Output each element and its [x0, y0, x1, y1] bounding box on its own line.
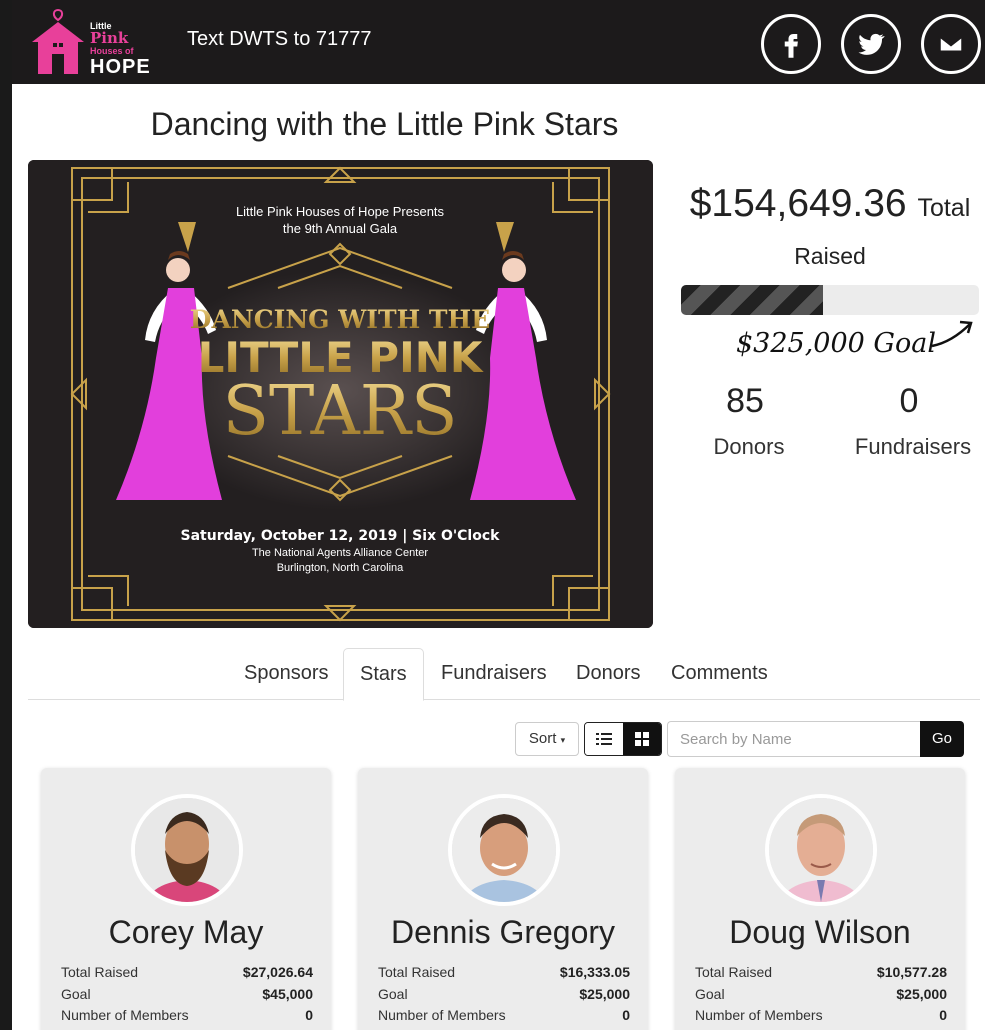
logo-text-houses: Houses of — [90, 46, 134, 56]
progress-fill — [681, 285, 823, 315]
total-raised-value: $154,649.36 — [689, 182, 907, 225]
star-name[interactable]: Doug Wilson — [675, 914, 965, 951]
row-label: Number of Members — [695, 1007, 823, 1023]
star-card[interactable]: Doug Wilson Total Raised $10,577.28 Goal $… — [675, 768, 965, 1030]
svg-text:Burlington, North Carolina: Burlington, North Carolina — [277, 562, 404, 574]
search-by-name-input[interactable] — [667, 721, 921, 757]
svg-text:DANCING WITH THE: DANCING WITH THE — [190, 305, 490, 334]
row-value: 0 — [939, 1007, 947, 1023]
donors-label: Donors — [713, 434, 785, 459]
site-logo[interactable]: Little Pink Houses of HOPE — [30, 8, 160, 78]
gala-poster-image: Little Pink Houses of Hope Presents the … — [28, 160, 653, 628]
page-title: Dancing with the Little Pink Stars — [150, 106, 619, 142]
logo-text-hope: HOPE — [90, 56, 151, 78]
row-label: Number of Members — [378, 1007, 506, 1023]
goal-row: Goal $45,000 — [61, 986, 313, 1002]
members-row: Number of Members 0 — [61, 1007, 313, 1023]
row-label: Goal — [378, 986, 408, 1002]
raised-label: Raised — [794, 243, 866, 269]
email-icon — [938, 35, 964, 53]
tab-bar: Sponsors Stars Fundraisers Donors Commen… — [28, 648, 980, 701]
row-label: Number of Members — [61, 1007, 189, 1023]
row-value: $45,000 — [262, 986, 313, 1002]
svg-text:The National Agents Alliance C: The National Agents Alliance Center — [252, 547, 428, 559]
text-to-donate: Text DWTS to 71777 — [187, 28, 372, 50]
logo-wordmark: Little Pink Houses of HOPE — [90, 22, 151, 78]
sort-label: Sort — [528, 730, 557, 747]
row-value: $25,000 — [579, 986, 630, 1002]
sort-dropdown-button[interactable]: Sort ▾ — [515, 722, 579, 756]
grid-icon — [635, 732, 649, 746]
svg-text:the 9th Annual Gala: the 9th Annual Gala — [283, 221, 398, 236]
tab-donors[interactable]: Donors — [560, 648, 656, 700]
tab-fundraisers[interactable]: Fundraisers — [425, 648, 563, 700]
total-raised-row: Total Raised $10,577.28 — [695, 964, 947, 980]
members-row: Number of Members 0 — [378, 1007, 630, 1023]
person-photo — [452, 798, 556, 902]
row-value: $16,333.05 — [559, 964, 630, 980]
grid-view-button[interactable] — [623, 723, 661, 755]
total-raised-amount: $154,649.36 Total — [680, 182, 980, 226]
star-card[interactable]: Corey May Total Raised $27,026.64 Goal $45… — [41, 768, 331, 1030]
email-button[interactable] — [921, 14, 981, 74]
row-label: Goal — [61, 986, 91, 1002]
left-rail — [0, 0, 12, 1030]
goal-text: $325,000 Goal — [736, 328, 936, 359]
row-label: Total Raised — [378, 964, 456, 980]
row-label: Total Raised — [61, 964, 139, 980]
total-word: Total — [917, 194, 971, 222]
house-logo-icon — [32, 8, 84, 74]
list-view-button[interactable] — [585, 723, 623, 755]
avatar — [131, 794, 243, 906]
caret-down-icon: ▾ — [560, 735, 566, 745]
avatar — [765, 794, 877, 906]
total-raised-row: Total Raised $16,333.05 — [378, 964, 630, 980]
person-photo — [769, 798, 873, 902]
goal-row: Goal $25,000 — [695, 986, 947, 1002]
view-toggle-group — [584, 722, 662, 756]
svg-text:Little Pink Houses of Hope Pre: Little Pink Houses of Hope Presents — [236, 204, 445, 219]
svg-text:Saturday, October 12, 2019 | S: Saturday, October 12, 2019 | Six O'Clock — [181, 528, 501, 544]
fundraisers-count: 0 — [899, 382, 919, 420]
facebook-button[interactable] — [761, 14, 821, 74]
tab-stars[interactable]: Stars — [343, 648, 424, 701]
star-card[interactable]: Dennis Gregory Total Raised $16,333.05 Go… — [358, 768, 648, 1030]
donors-count: 85 — [726, 382, 764, 420]
event-banner: Little Pink Houses of Hope Presents the … — [28, 160, 653, 628]
list-icon — [596, 733, 612, 745]
person-photo — [135, 798, 239, 902]
members-row: Number of Members 0 — [695, 1007, 947, 1023]
goal-arrow-icon — [931, 320, 973, 348]
row-value: $25,000 — [896, 986, 947, 1002]
fundraisers-label: Fundraisers — [854, 434, 972, 459]
go-button[interactable]: Go — [920, 721, 964, 757]
twitter-icon — [858, 33, 885, 55]
row-value: 0 — [622, 1007, 630, 1023]
tab-comments[interactable]: Comments — [655, 648, 784, 700]
row-value: $27,026.64 — [242, 964, 313, 980]
fundraising-progress-bar — [681, 285, 979, 315]
avatar — [448, 794, 560, 906]
row-value: $10,577.28 — [876, 964, 947, 980]
row-label: Goal — [695, 986, 725, 1002]
twitter-button[interactable] — [841, 14, 901, 74]
star-name[interactable]: Corey May — [41, 914, 331, 951]
row-label: Total Raised — [695, 964, 773, 980]
site-header: Little Pink Houses of HOPE Text DWTS to … — [12, 0, 985, 84]
tab-sponsors[interactable]: Sponsors — [228, 648, 345, 700]
total-raised-row: Total Raised $27,026.64 — [61, 964, 313, 980]
facebook-icon — [784, 34, 798, 58]
logo-text-pink: Pink — [90, 29, 129, 47]
star-name[interactable]: Dennis Gregory — [358, 914, 648, 951]
row-value: 0 — [305, 1007, 313, 1023]
goal-row: Goal $25,000 — [378, 986, 630, 1002]
svg-text:STARS: STARS — [222, 372, 457, 451]
